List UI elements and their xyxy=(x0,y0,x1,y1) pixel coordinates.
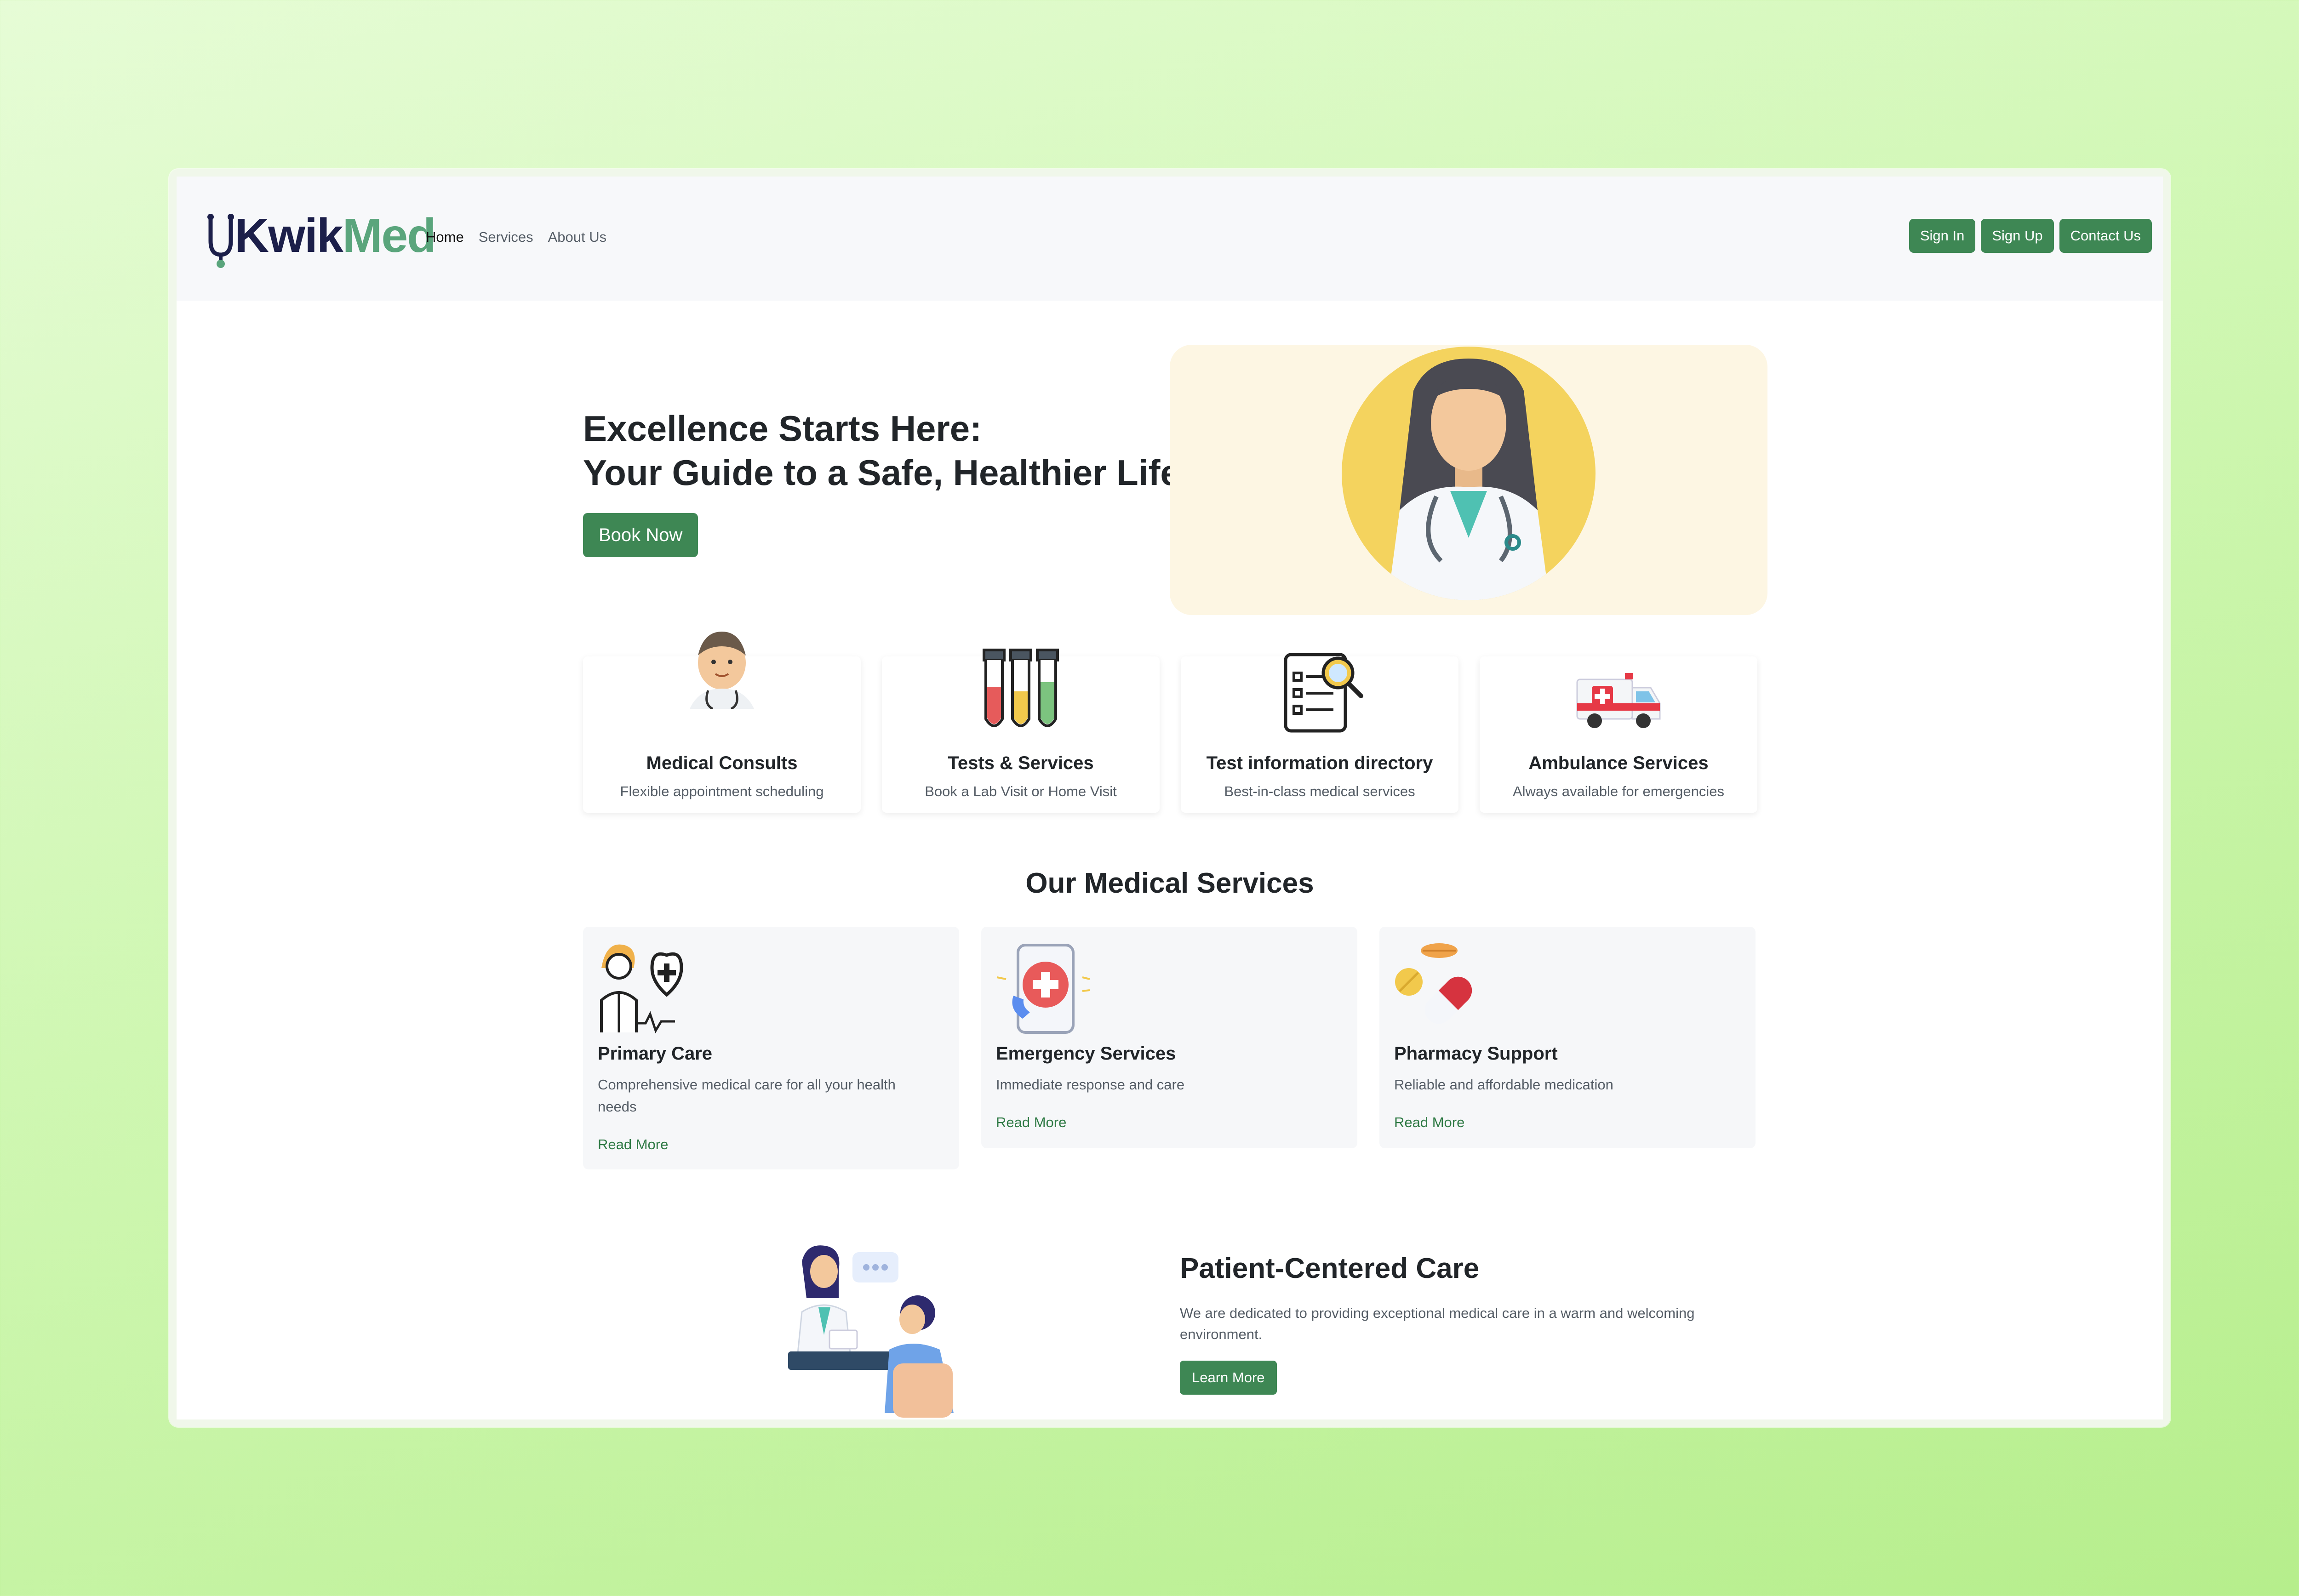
feature-subtitle: Book a Lab Visit or Home Visit xyxy=(925,783,1117,799)
read-more-link[interactable]: Read More xyxy=(1394,1114,1464,1131)
nav-link-about-us[interactable]: About Us xyxy=(548,229,607,245)
service-description: Immediate response and care xyxy=(996,1077,1185,1093)
feature-title: Ambulance Services xyxy=(1528,753,1709,773)
feature-subtitle: Flexible appointment scheduling xyxy=(620,783,824,799)
feature-subtitle: Always available for emergencies xyxy=(1512,783,1725,799)
hero-image xyxy=(1170,345,1767,615)
section-title: Our Medical Services xyxy=(1025,867,1314,899)
book-now-button[interactable]: Book Now xyxy=(583,513,698,557)
pills-icon xyxy=(1395,943,1472,1024)
sign-in-button[interactable]: Sign In xyxy=(1909,219,1976,253)
nav-links: Home Services About Us xyxy=(426,229,606,245)
service-description: Comprehensive medical care for all your … xyxy=(598,1077,896,1115)
app-window: KwikMed Home Services About Us Sign In S… xyxy=(177,177,2163,1419)
service-title: Primary Care xyxy=(598,1043,713,1064)
feature-card-test-directory[interactable]: Test information directory Best-in-class… xyxy=(1181,653,1458,813)
hero-title: Excellence Starts Here: Your Guide to a … xyxy=(583,406,1180,495)
doctor-patient-consultation-icon xyxy=(788,1245,954,1418)
feature-title: Medical Consults xyxy=(646,753,798,773)
feature-card-ambulance[interactable]: Ambulance Services Always available for … xyxy=(1480,656,1757,813)
brand-name-part1: Kwik xyxy=(234,209,343,262)
service-card-primary-care[interactable]: Primary Care Comprehensive medical care … xyxy=(583,927,959,1169)
feature-card-medical-consults[interactable]: Medical Consults Flexible appointment sc… xyxy=(583,632,861,813)
kwikmed-logo[interactable]: KwikMed xyxy=(202,209,436,268)
read-more-link[interactable]: Read More xyxy=(996,1114,1066,1131)
service-title: Emergency Services xyxy=(996,1043,1176,1064)
feature-subtitle: Best-in-class medical services xyxy=(1224,783,1415,799)
service-card-emergency[interactable]: Emergency Services Immediate response an… xyxy=(981,927,1357,1148)
nav-link-services[interactable]: Services xyxy=(479,229,533,245)
phone-medical-icon xyxy=(996,944,1090,1034)
service-description: Reliable and affordable medication xyxy=(1394,1077,1613,1093)
brand-name: KwikMed xyxy=(234,209,436,263)
patient-care-description: We are dedicated to providing exceptiona… xyxy=(1180,1305,1695,1342)
read-more-link[interactable]: Read More xyxy=(598,1136,668,1153)
female-doctor-icon xyxy=(1342,347,1596,600)
doctor-heart-icon xyxy=(600,944,683,1033)
sign-up-button[interactable]: Sign Up xyxy=(1981,219,2054,253)
hero-title-line2: Your Guide to a Safe, Healthier Life xyxy=(583,452,1180,493)
service-title: Pharmacy Support xyxy=(1394,1043,1558,1064)
nav-actions: Sign In Sign Up Contact Us xyxy=(1909,219,2152,253)
learn-more-button[interactable]: Learn More xyxy=(1180,1361,1277,1395)
nav-link-home[interactable]: Home xyxy=(426,229,464,245)
feature-title: Tests & Services xyxy=(948,753,1094,773)
test-tubes-icon xyxy=(983,649,1059,727)
clipboard-search-icon xyxy=(1284,653,1363,733)
hero-title-line1: Excellence Starts Here: xyxy=(583,408,982,449)
feature-card-tests-services[interactable]: Tests & Services Book a Lab Visit or Hom… xyxy=(882,649,1160,813)
contact-us-button[interactable]: Contact Us xyxy=(2059,219,2152,253)
brand-name-part2: Med xyxy=(342,209,436,262)
service-card-pharmacy[interactable]: Pharmacy Support Reliable and affordable… xyxy=(1379,927,1756,1148)
ambulance-icon xyxy=(1576,673,1661,728)
doctor-icon xyxy=(690,632,754,709)
navbar: KwikMed Home Services About Us Sign In S… xyxy=(177,177,2163,301)
patient-care-title: Patient-Centered Care xyxy=(1180,1253,1480,1284)
feature-title: Test information directory xyxy=(1206,753,1433,773)
